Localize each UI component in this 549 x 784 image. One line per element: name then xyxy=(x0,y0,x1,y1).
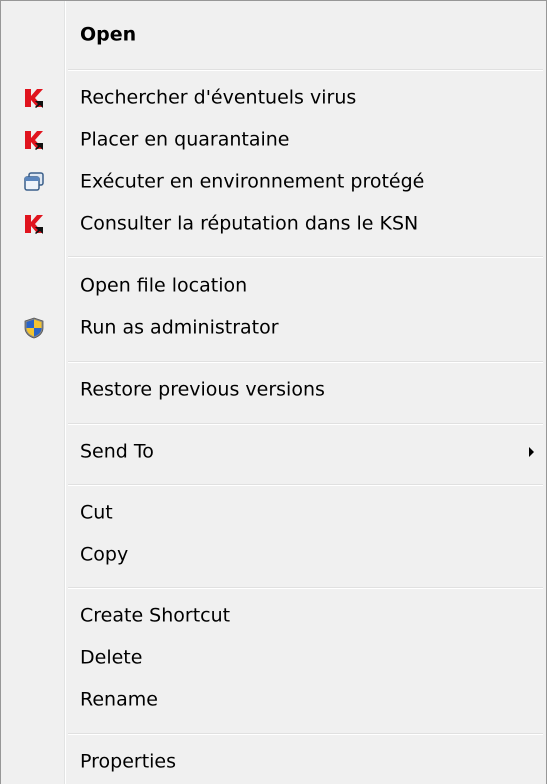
menu-item-ksn-reputation-label: Consulter la réputation dans le KSN xyxy=(80,212,419,235)
menu-item-send-to[interactable]: Send To xyxy=(1,432,546,472)
menu-item-create-shortcut[interactable]: Create Shortcut xyxy=(1,596,546,636)
menu-item-copy-label: Copy xyxy=(80,543,129,566)
kaspersky-icon xyxy=(23,129,45,151)
menu-item-restore-versions[interactable]: Restore previous versions xyxy=(1,370,546,410)
menu-item-run-sandboxed-label: Exécuter en environnement protégé xyxy=(80,170,425,193)
window-stack-icon xyxy=(23,171,45,193)
menu-item-rename-label: Rename xyxy=(80,688,158,711)
menu-item-run-as-admin[interactable]: Run as administrator xyxy=(1,308,546,348)
menu-item-run-sandboxed[interactable]: Exécuter en environnement protégé xyxy=(1,162,546,202)
menu-item-open[interactable]: Open xyxy=(1,15,546,55)
menu-item-cut[interactable]: Cut xyxy=(1,493,546,533)
menu-item-send-to-label: Send To xyxy=(80,440,154,463)
menu-item-open-label: Open xyxy=(80,23,137,46)
menu-separator xyxy=(68,587,543,589)
menu-item-run-as-admin-label: Run as administrator xyxy=(80,316,279,339)
menu-separator xyxy=(68,733,543,735)
menu-item-properties[interactable]: Properties xyxy=(1,742,546,782)
menu-item-scan-virus-label: Rechercher d'éventuels virus xyxy=(80,86,357,109)
menu-item-properties-label: Properties xyxy=(80,750,177,773)
uac-shield-icon xyxy=(23,317,45,339)
menu-item-cut-label: Cut xyxy=(80,501,113,524)
menu-item-scan-virus[interactable]: Rechercher d'éventuels virus xyxy=(1,78,546,118)
kaspersky-icon xyxy=(23,87,45,109)
menu-item-delete[interactable]: Delete xyxy=(1,638,546,678)
kaspersky-icon xyxy=(23,213,45,235)
context-menu: Open Rechercher d'éventuels virus Placer… xyxy=(0,0,547,784)
menu-separator xyxy=(68,423,543,425)
menu-item-ksn-reputation[interactable]: Consulter la réputation dans le KSN xyxy=(1,204,546,244)
menu-item-quarantine[interactable]: Placer en quarantaine xyxy=(1,120,546,160)
menu-item-delete-label: Delete xyxy=(80,646,143,669)
menu-separator xyxy=(68,69,543,71)
chevron-right-icon xyxy=(529,447,534,457)
menu-item-quarantine-label: Placer en quarantaine xyxy=(80,128,290,151)
menu-item-restore-versions-label: Restore previous versions xyxy=(80,378,325,401)
menu-separator xyxy=(68,361,543,363)
menu-item-create-shortcut-label: Create Shortcut xyxy=(80,604,231,627)
menu-item-open-file-location[interactable]: Open file location xyxy=(1,266,546,306)
menu-item-open-file-location-label: Open file location xyxy=(80,274,248,297)
menu-item-copy[interactable]: Copy xyxy=(1,535,546,575)
menu-separator xyxy=(68,256,543,258)
menu-item-rename[interactable]: Rename xyxy=(1,680,546,720)
menu-separator xyxy=(68,484,543,486)
